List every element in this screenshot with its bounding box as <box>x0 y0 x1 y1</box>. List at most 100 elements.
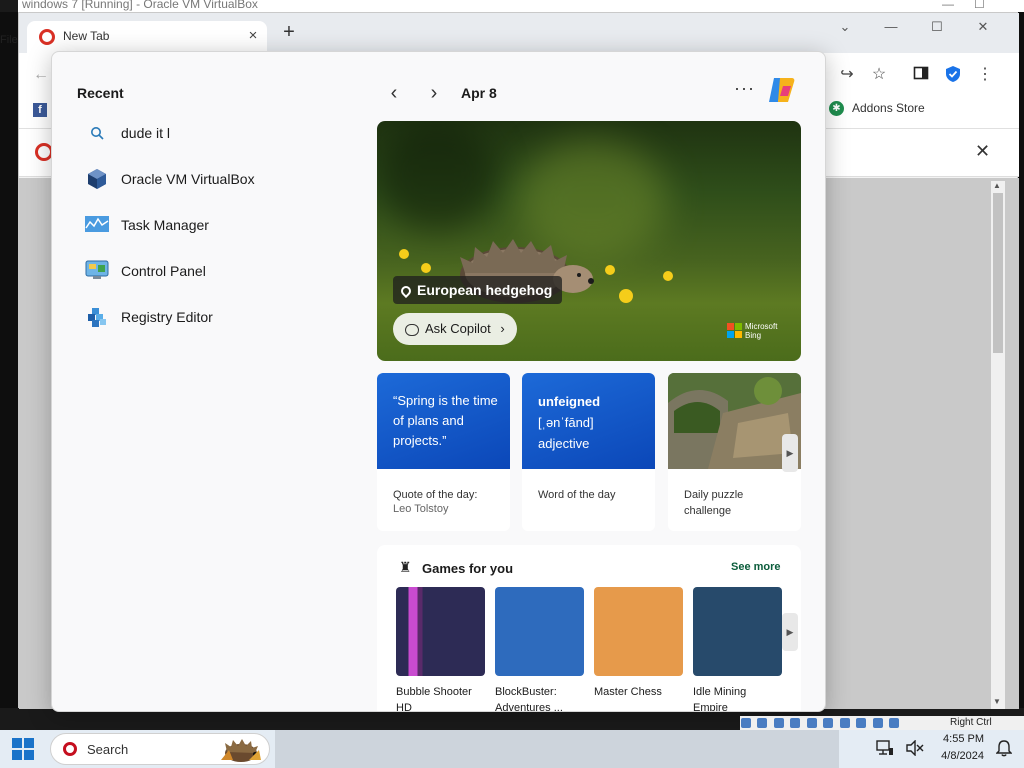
back-icon[interactable]: ← <box>31 65 51 85</box>
page-scrollbar[interactable]: ▲ ▼ <box>991 181 1005 709</box>
virtualbox-icon <box>85 168 109 192</box>
favorite-star-icon[interactable]: ☆ <box>869 65 889 85</box>
vbox-status-icon[interactable] <box>872 718 883 728</box>
recent-item-task-manager[interactable]: Task Manager <box>85 208 355 244</box>
vbox-status-icon[interactable] <box>773 718 784 728</box>
hero-shadow <box>377 121 497 231</box>
more-icon[interactable]: ⋮ <box>975 65 995 85</box>
word-text: unfeigned <box>538 394 601 409</box>
taskbar-search-box[interactable]: Search <box>50 733 270 765</box>
bing-logo-line2: Bing <box>745 331 762 340</box>
chevron-right-icon: › <box>500 321 505 336</box>
flower <box>399 249 409 259</box>
vbox-menu-file[interactable]: File <box>0 34 18 46</box>
game-thumbnail <box>495 587 584 676</box>
vbox-status-icon[interactable] <box>839 718 850 728</box>
vbox-status-icon[interactable] <box>889 718 900 728</box>
favorite-addons-store[interactable]: ✱ Addons Store <box>829 101 925 117</box>
location-pin-icon <box>398 284 414 299</box>
recent-item-registry-editor[interactable]: Registry Editor <box>85 300 355 336</box>
card-quote-background: “Spring is the time of plans and project… <box>377 373 510 469</box>
network-icon[interactable] <box>876 740 894 759</box>
word-part-of-speech: adjective <box>538 436 590 451</box>
recent-item-control-panel[interactable]: Control Panel <box>85 254 355 290</box>
scroll-down-icon[interactable]: ▼ <box>993 697 1001 706</box>
scroll-thumb[interactable] <box>993 193 1003 353</box>
info-bar-close-icon[interactable]: ✕ <box>975 141 990 162</box>
ask-copilot-button[interactable]: Ask Copilot › <box>393 313 517 345</box>
maximize-button[interactable]: ☐ <box>927 19 947 35</box>
search-highlight-hedgehog-icon <box>221 739 261 762</box>
tab-favicon-icon <box>39 29 55 45</box>
volume-muted-icon[interactable] <box>906 739 924 759</box>
new-tab-button[interactable]: + <box>277 22 301 42</box>
search-icon <box>85 122 109 146</box>
game-thumbnail <box>594 587 683 676</box>
shield-icon[interactable] <box>943 65 963 85</box>
scroll-up-icon[interactable]: ▲ <box>993 181 1001 190</box>
hero-caption-text: European hedgehog <box>417 282 553 298</box>
taskbar: Search 4:55 PM 4/8/2024 <box>0 730 1024 768</box>
current-date: Apr 8 <box>461 85 497 101</box>
recent-item-label: dude it l <box>121 125 171 141</box>
clock-date[interactable]: 4/8/2024 <box>934 750 984 762</box>
facebook-icon[interactable]: f <box>33 103 47 117</box>
game-tile[interactable]: Bubble Shooter HD <box>396 587 485 711</box>
clock-time[interactable]: 4:55 PM <box>934 733 984 745</box>
game-tile[interactable]: Master Chess <box>594 587 683 711</box>
taskbar-search-label: Search <box>87 742 129 757</box>
cards-next-icon[interactable]: ▶ <box>782 434 798 472</box>
tab-search-dropdown-icon[interactable]: ⌄ <box>835 19 855 35</box>
vbox-status-icon[interactable] <box>741 718 751 728</box>
game-thumbnail <box>396 587 485 676</box>
card-caption: Quote of the day: <box>393 489 478 501</box>
vbox-status-icon[interactable] <box>823 718 834 728</box>
tab-close-icon[interactable]: × <box>245 27 261 44</box>
card-word-background: unfeigned [ˌənˈfānd] adjective <box>522 373 655 469</box>
vbox-host-key-label: Right Ctrl <box>950 717 992 728</box>
notifications-bell-icon[interactable] <box>995 740 1013 760</box>
quote-text: “Spring is the time of plans and project… <box>393 393 498 448</box>
flower <box>663 271 673 281</box>
previous-day-icon[interactable]: ‹ <box>384 82 404 105</box>
game-name: BlockBuster: Adventures ... <box>495 686 563 712</box>
vbox-status-icon[interactable] <box>757 718 768 728</box>
games-title: Games for you <box>422 561 514 576</box>
games-next-icon[interactable]: ▶ <box>782 613 798 651</box>
vbox-maximize-button[interactable]: ☐ <box>974 0 985 11</box>
vbox-status-bar: Right Ctrl <box>740 716 1024 730</box>
share-icon[interactable]: ↪ <box>837 65 857 85</box>
recent-item-label: Oracle VM VirtualBox <box>121 171 255 187</box>
start-button-icon[interactable] <box>12 738 34 760</box>
close-button[interactable]: ✕ <box>973 19 993 35</box>
game-tile[interactable]: Idle Mining Empire <box>693 587 782 711</box>
sidebar-icon[interactable] <box>911 65 931 85</box>
chess-pieces-icon: ♜ <box>399 559 412 575</box>
card-caption: Word of the day <box>538 489 616 501</box>
flower <box>619 289 633 303</box>
hero-caption[interactable]: European hedgehog <box>393 276 563 304</box>
more-options-icon[interactable]: ··· <box>734 78 755 99</box>
recent-item-virtualbox[interactable]: Oracle VM VirtualBox <box>85 162 355 198</box>
task-manager-icon <box>85 214 109 238</box>
hero-image[interactable]: European hedgehog Ask Copilot › Microsof… <box>377 121 801 361</box>
recent-item-search[interactable]: dude it l <box>85 116 355 152</box>
tab-title: New Tab <box>63 29 110 43</box>
vbox-status-icon[interactable] <box>856 718 867 728</box>
card-quote-of-the-day[interactable]: “Spring is the time of plans and project… <box>377 373 510 531</box>
vbox-status-icon[interactable] <box>790 718 801 728</box>
game-tile[interactable]: BlockBuster: Adventures ... <box>495 587 584 712</box>
minimize-button[interactable]: — <box>881 19 901 34</box>
next-day-icon[interactable]: › <box>424 82 444 105</box>
vbox-minimize-button[interactable]: — <box>942 0 954 11</box>
card-word-of-the-day[interactable]: unfeigned [ˌənˈfānd] adjective Word of t… <box>522 373 655 531</box>
vbox-status-icon[interactable] <box>806 718 817 728</box>
recent-item-label: Registry Editor <box>121 309 213 325</box>
control-panel-icon <box>85 260 109 284</box>
start-flyout-panel: Recent dude it l Oracle VM VirtualBox Ta… <box>51 51 826 712</box>
see-more-link[interactable]: See more <box>731 561 781 573</box>
copilot-icon[interactable] <box>766 76 796 104</box>
card-caption: Daily puzzle <box>684 489 744 501</box>
word-pronunciation: [ˌənˈfānd] <box>538 415 594 430</box>
tab-new-tab[interactable]: New Tab × <box>27 21 267 53</box>
